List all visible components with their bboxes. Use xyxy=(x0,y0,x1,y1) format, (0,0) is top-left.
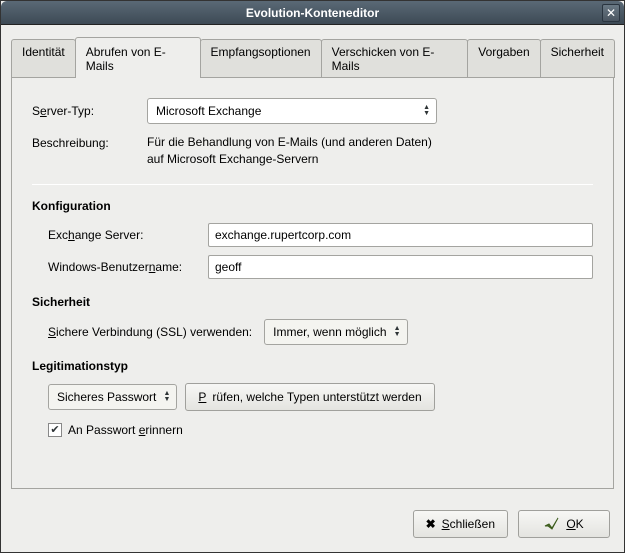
ssl-combo[interactable]: Immer, wenn möglich ▲▼ xyxy=(264,319,407,345)
tab-defaults[interactable]: Vorgaben xyxy=(467,39,540,78)
titlebar: Evolution-Konteneditor ✕ xyxy=(1,1,624,25)
tab-security[interactable]: Sicherheit xyxy=(540,39,615,78)
tab-bar: Identität Abrufen von E-Mails Empfangsop… xyxy=(11,37,614,78)
window-title: Evolution-Konteneditor xyxy=(246,6,379,20)
close-icon: ✕ xyxy=(606,6,616,20)
tab-fetch-emails[interactable]: Abrufen von E-Mails xyxy=(75,37,201,78)
section-auth: Legitimationstyp xyxy=(32,359,593,373)
tabpage-fetch-emails: Server-Typ: Microsoft Exchange ▲▼ Beschr… xyxy=(11,77,614,489)
close-button[interactable]: ✖ Schließen xyxy=(413,510,508,538)
server-type-value: Microsoft Exchange xyxy=(156,104,261,118)
ok-button[interactable]: OK xyxy=(518,510,610,538)
tab-receive-options[interactable]: Empfangsoptionen xyxy=(200,39,322,78)
close-icon: ✖ xyxy=(426,517,436,531)
description-label: Beschreibung: xyxy=(32,134,147,168)
server-type-label: Server-Typ: xyxy=(32,104,147,118)
ssl-label: Sichere Verbindung (SSL) verwenden: xyxy=(48,325,252,339)
section-configuration: Konfiguration xyxy=(32,199,593,213)
ssl-value: Immer, wenn möglich xyxy=(273,325,386,339)
chevron-updown-icon: ▲▼ xyxy=(423,105,430,117)
ok-icon xyxy=(544,516,560,533)
auth-type-value: Sicheres Passwort xyxy=(57,390,156,404)
tab-identity[interactable]: Identität xyxy=(11,39,76,78)
auth-type-combo[interactable]: Sicheres Passwort ▲▼ xyxy=(48,384,177,410)
exchange-server-label: Exchange Server: xyxy=(48,228,208,242)
window-close-button[interactable]: ✕ xyxy=(602,4,620,22)
remember-password-label: An Passwort erinnern xyxy=(68,423,183,437)
remember-password-checkbox[interactable]: ✔ xyxy=(48,423,62,437)
chevron-updown-icon: ▲▼ xyxy=(394,326,401,338)
dialog-footer: ✖ Schließen OK xyxy=(1,500,624,552)
description-text: Für die Behandlung von E-Mails (und ande… xyxy=(147,134,437,168)
check-auth-types-button[interactable]: Prüfen, welche Typen unterstützt werden xyxy=(185,383,434,411)
server-type-combo[interactable]: Microsoft Exchange ▲▼ xyxy=(147,98,437,124)
windows-user-input[interactable] xyxy=(208,255,593,279)
windows-user-label: Windows-Benutzername: xyxy=(48,260,208,274)
tab-send-emails[interactable]: Verschicken von E-Mails xyxy=(321,39,469,78)
separator xyxy=(32,184,593,185)
exchange-server-input[interactable] xyxy=(208,223,593,247)
chevron-updown-icon: ▲▼ xyxy=(163,391,170,403)
check-icon: ✔ xyxy=(50,423,59,436)
section-security: Sicherheit xyxy=(32,295,593,309)
